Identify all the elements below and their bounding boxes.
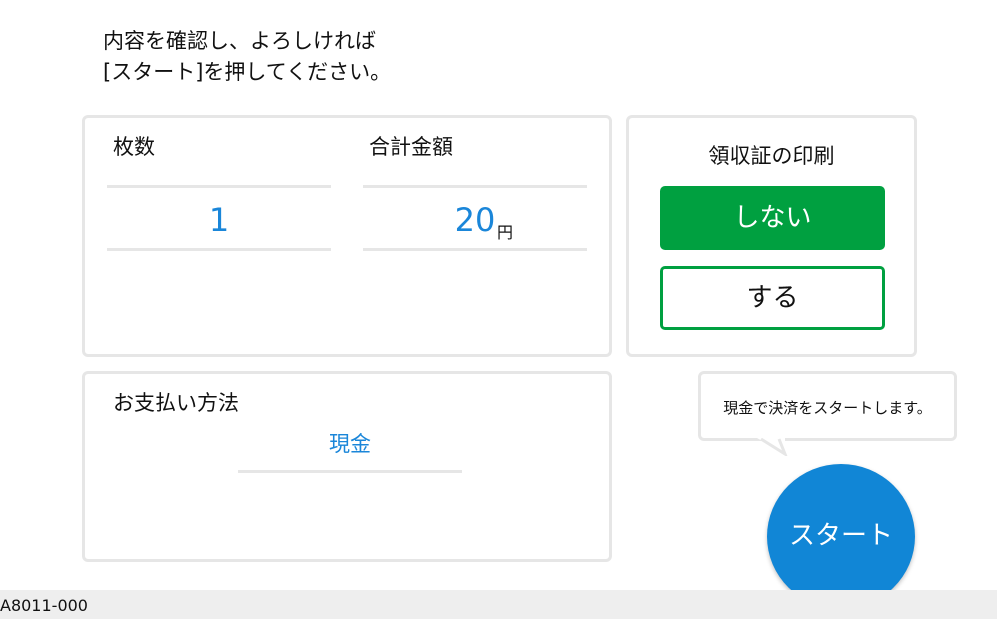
payment-method-label: お支払い方法 [113, 391, 239, 415]
total-field: 20 円 [363, 185, 587, 251]
receipt-print-title: 領収証の印刷 [708, 144, 835, 168]
total-value: 20 [454, 201, 496, 239]
instruction-text: 内容を確認し、よろしければ [スタート]を押してください。 [103, 26, 391, 88]
hint-bubble: 現金で決済をスタートします。 [698, 371, 957, 441]
instruction-line-1: 内容を確認し、よろしければ [103, 29, 376, 53]
summary-panel: 枚数 合計金額 1 20 円 [82, 115, 612, 357]
count-field: 1 [107, 185, 331, 251]
instruction-line-2: [スタート]を押してください。 [103, 60, 392, 84]
screen-code: A8011-000 [0, 596, 88, 615]
payment-method-underline [238, 470, 462, 473]
count-label: 枚数 [113, 135, 155, 159]
currency-unit: 円 [497, 223, 514, 242]
payment-method-value: 現金 [329, 432, 371, 456]
payment-confirmation-screen: 内容を確認し、よろしければ [スタート]を押してください。 枚数 合計金額 1 … [0, 0, 997, 619]
receipt-yes-button[interactable]: する [660, 266, 885, 330]
receipt-no-button[interactable]: しない [660, 186, 885, 250]
payment-method-panel: お支払い方法 現金 [82, 371, 612, 562]
bubble-tail-icon [757, 438, 788, 456]
start-button[interactable]: スタート [767, 464, 915, 609]
receipt-print-panel: 領収証の印刷 しない する [626, 115, 917, 357]
hint-text: 現金で決済をスタートします。 [723, 399, 932, 417]
footer-bar: A8011-000 [0, 590, 997, 619]
total-label: 合計金額 [369, 135, 453, 159]
count-value: 1 [208, 201, 230, 239]
